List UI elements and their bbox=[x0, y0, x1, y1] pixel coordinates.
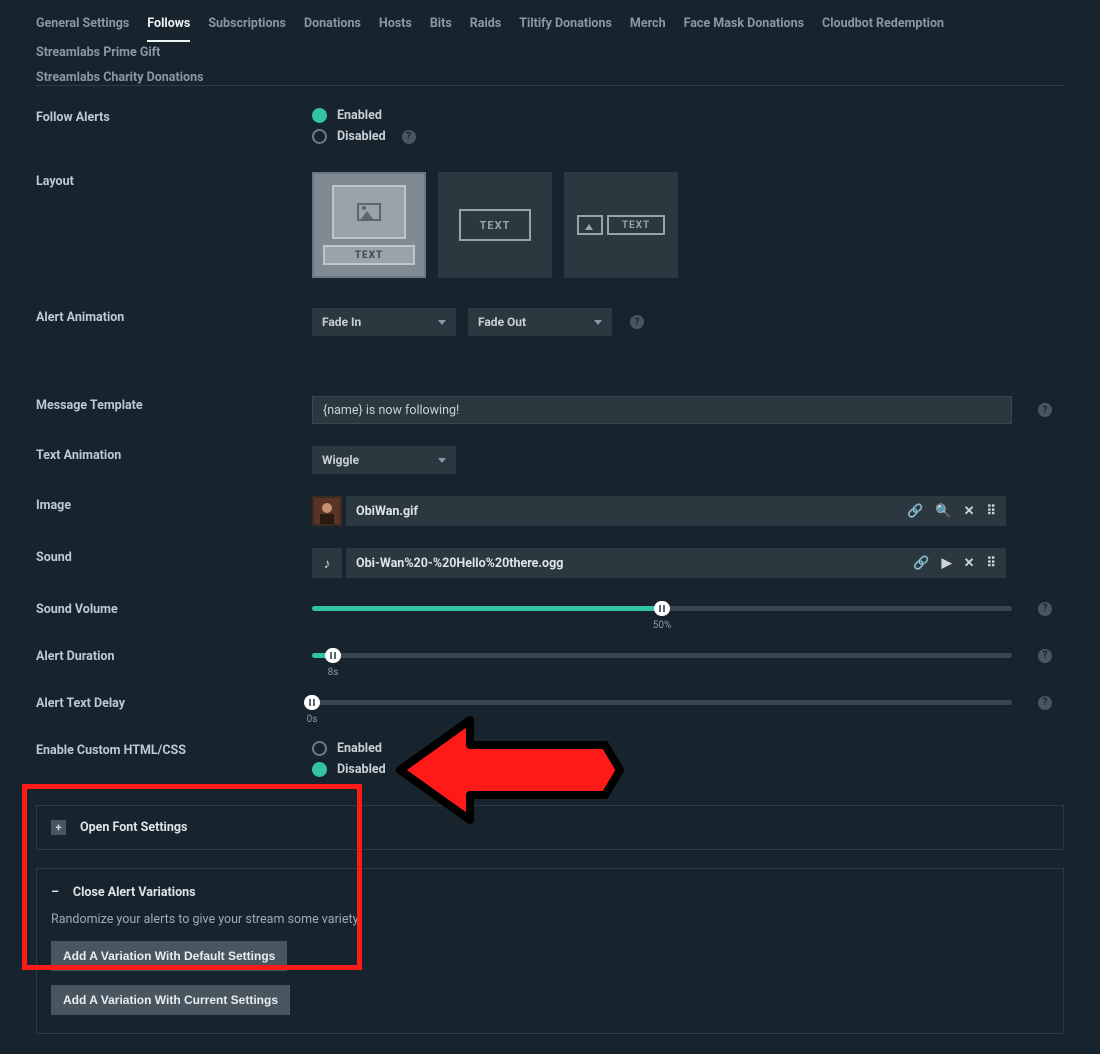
close-icon[interactable]: ✕ bbox=[964, 504, 975, 519]
help-icon[interactable]: ? bbox=[1038, 649, 1052, 663]
chevron-down-icon bbox=[438, 320, 446, 325]
enabled-text: Enabled bbox=[337, 108, 382, 123]
layout-text-badge: TEXT bbox=[459, 209, 531, 241]
image-label: Image bbox=[36, 496, 312, 526]
text-animation-select[interactable]: Wiggle bbox=[312, 446, 456, 474]
image-thumbnail bbox=[312, 496, 342, 526]
sound-volume-label: Sound Volume bbox=[36, 600, 312, 617]
image-file-bar: ObiWan.gif 🔗 🔍 ✕ ⠿ bbox=[346, 496, 1006, 526]
alert-duration-value: 8s bbox=[328, 667, 339, 678]
chevron-down-icon bbox=[594, 320, 602, 325]
layout-option-image-top[interactable]: TEXT bbox=[312, 172, 426, 278]
open-font-settings-label: Open Font Settings bbox=[80, 820, 187, 835]
tab-bits[interactable]: Bits bbox=[430, 12, 452, 41]
alert-duration-label: Alert Duration bbox=[36, 647, 312, 664]
tab-cloudbot-redemption[interactable]: Cloudbot Redemption bbox=[822, 12, 944, 41]
tab-face-mask-donations[interactable]: Face Mask Donations bbox=[684, 12, 804, 41]
custom-html-label: Enable Custom HTML/CSS bbox=[36, 741, 312, 783]
sound-filename: Obi-Wan%20-%20Hello%20there.ogg bbox=[356, 556, 563, 571]
follow-alerts-enabled-option[interactable]: Enabled bbox=[312, 108, 1064, 123]
tab-general-settings[interactable]: General Settings bbox=[36, 12, 129, 41]
layout-text-badge: TEXT bbox=[323, 245, 415, 265]
tab-charity-donations[interactable]: Streamlabs Charity Donations bbox=[36, 62, 204, 95]
grid-icon[interactable]: ⠿ bbox=[986, 556, 996, 571]
alert-text-delay-value: 0s bbox=[307, 714, 318, 725]
radio-checked-icon bbox=[312, 108, 327, 123]
layout-option-text-only[interactable]: TEXT bbox=[438, 172, 552, 278]
tab-raids[interactable]: Raids bbox=[470, 12, 501, 41]
custom-html-disabled-option[interactable]: Disabled bbox=[312, 762, 1064, 777]
alert-variations-description: Randomize your alerts to give your strea… bbox=[51, 912, 1049, 927]
text-animation-label: Text Animation bbox=[36, 446, 312, 474]
minus-icon: – bbox=[51, 885, 59, 900]
alert-text-delay-slider[interactable]: 0s bbox=[312, 700, 1012, 705]
animation-in-select[interactable]: Fade In bbox=[312, 308, 456, 336]
sound-volume-slider[interactable]: 50% bbox=[312, 606, 1012, 611]
layout-text-badge: TEXT bbox=[607, 215, 665, 235]
play-icon[interactable]: ▶ bbox=[942, 556, 952, 571]
tab-subscriptions[interactable]: Subscriptions bbox=[208, 12, 286, 41]
sound-volume-value: 50% bbox=[653, 620, 672, 631]
alert-variations-title: Close Alert Variations bbox=[73, 885, 196, 900]
zoom-icon[interactable]: 🔍 bbox=[935, 504, 951, 519]
alert-variations-panel: – Close Alert Variations Randomize your … bbox=[36, 868, 1064, 1034]
help-icon[interactable]: ? bbox=[1038, 403, 1052, 417]
help-icon[interactable]: ? bbox=[402, 130, 416, 144]
link-icon[interactable]: 🔗 bbox=[913, 556, 929, 571]
add-variation-current-button[interactable]: Add A Variation With Current Settings bbox=[51, 985, 290, 1015]
message-template-input[interactable]: {name} is now following! bbox=[312, 396, 1012, 424]
tab-merch[interactable]: Merch bbox=[630, 12, 666, 41]
chevron-down-icon bbox=[438, 458, 446, 463]
image-filename: ObiWan.gif bbox=[356, 504, 418, 519]
music-note-icon: ♪ bbox=[312, 548, 342, 578]
plus-icon: + bbox=[51, 820, 66, 835]
close-icon[interactable]: ✕ bbox=[964, 556, 975, 571]
close-alert-variations-toggle[interactable]: – Close Alert Variations bbox=[51, 885, 1049, 900]
sound-label: Sound bbox=[36, 548, 312, 578]
sound-file-bar: Obi-Wan%20-%20Hello%20there.ogg 🔗 ▶ ✕ ⠿ bbox=[346, 548, 1006, 578]
alert-animation-label: Alert Animation bbox=[36, 308, 312, 336]
enabled-text: Enabled bbox=[337, 741, 382, 756]
radio-unchecked-icon bbox=[312, 741, 327, 756]
link-icon[interactable]: 🔗 bbox=[907, 504, 923, 519]
help-icon[interactable]: ? bbox=[630, 315, 644, 329]
help-icon[interactable]: ? bbox=[1038, 602, 1052, 616]
help-icon[interactable]: ? bbox=[1038, 696, 1052, 710]
alert-text-delay-label: Alert Text Delay bbox=[36, 694, 312, 711]
disabled-text: Disabled bbox=[337, 129, 386, 144]
open-font-settings-panel[interactable]: + Open Font Settings bbox=[36, 805, 1064, 850]
animation-out-select[interactable]: Fade Out bbox=[468, 308, 612, 336]
alert-duration-slider[interactable]: 8s bbox=[312, 653, 1012, 658]
add-variation-default-button[interactable]: Add A Variation With Default Settings bbox=[51, 941, 287, 971]
custom-html-enabled-option[interactable]: Enabled bbox=[312, 741, 1064, 756]
settings-tabs: General Settings Follows Subscriptions D… bbox=[36, 8, 1064, 86]
follow-alerts-label: Follow Alerts bbox=[36, 108, 312, 150]
grid-icon[interactable]: ⠿ bbox=[986, 504, 996, 519]
tab-donations[interactable]: Donations bbox=[304, 12, 361, 41]
disabled-text: Disabled bbox=[337, 762, 386, 777]
radio-unchecked-icon bbox=[312, 129, 327, 144]
tab-follows[interactable]: Follows bbox=[147, 12, 190, 41]
message-template-label: Message Template bbox=[36, 396, 312, 424]
layout-label: Layout bbox=[36, 172, 312, 278]
follow-alerts-disabled-option[interactable]: Disabled ? bbox=[312, 129, 1064, 144]
layout-option-side-by-side[interactable]: TEXT bbox=[564, 172, 678, 278]
radio-checked-icon bbox=[312, 762, 327, 777]
tab-hosts[interactable]: Hosts bbox=[379, 12, 412, 41]
tab-tiltify-donations[interactable]: Tiltify Donations bbox=[519, 12, 612, 41]
